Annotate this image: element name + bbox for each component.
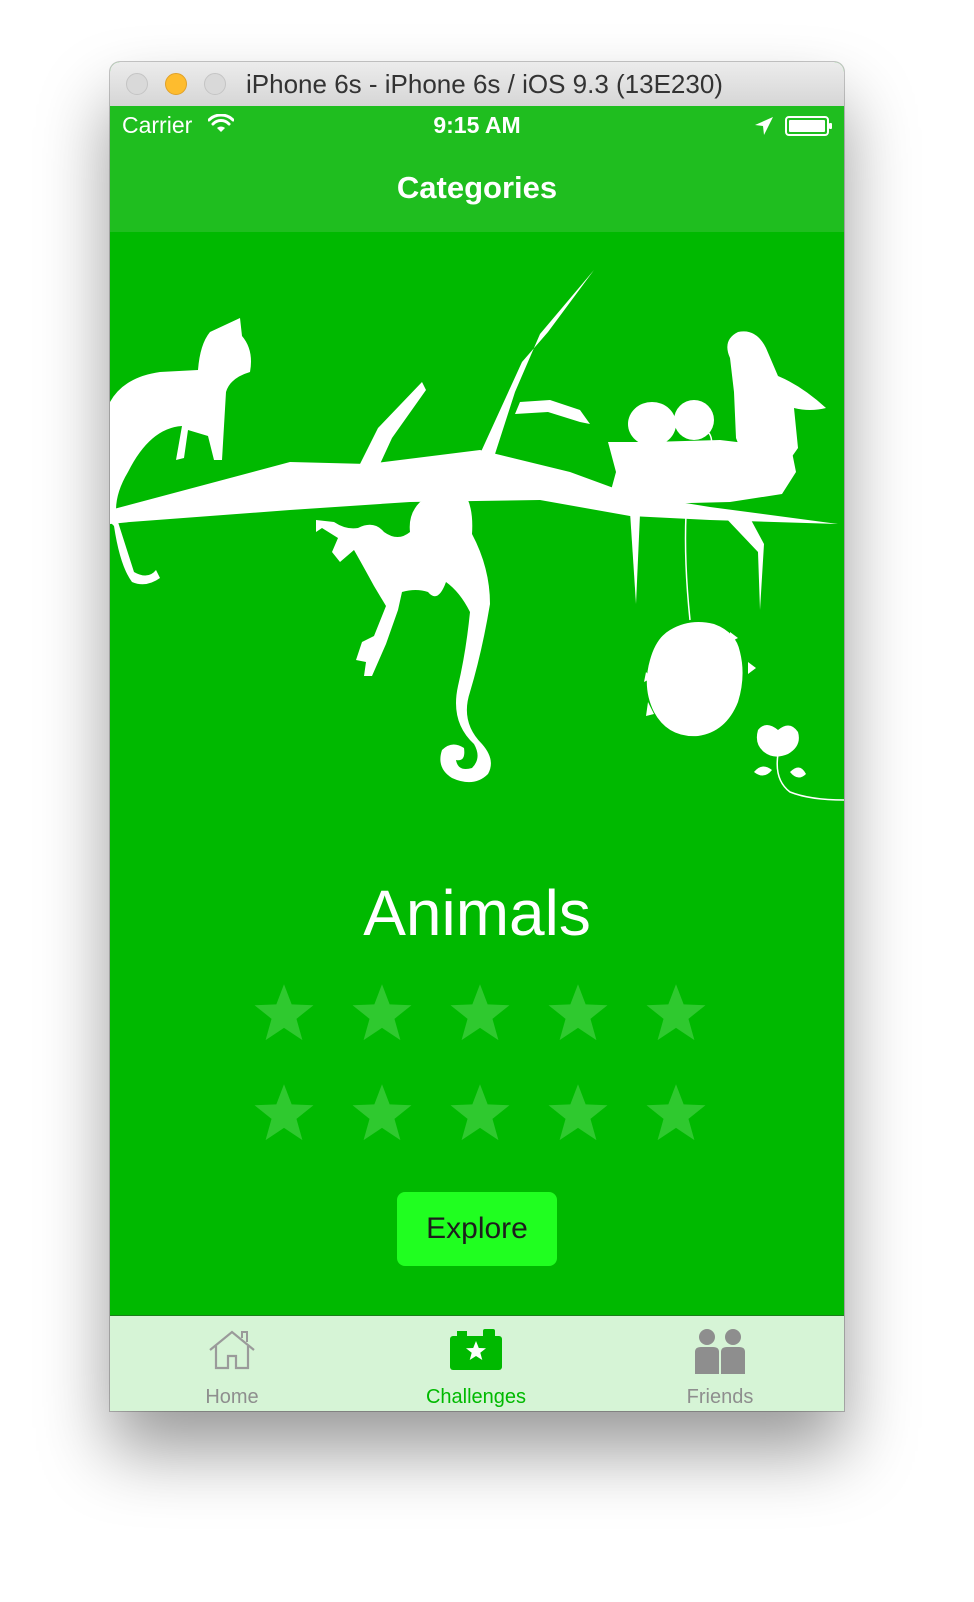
flower-silhouette xyxy=(756,725,799,757)
tab-challenges[interactable]: Challenges xyxy=(354,1316,598,1411)
tab-friends[interactable]: Friends xyxy=(598,1316,842,1411)
status-time: 9:15 AM xyxy=(433,112,521,138)
star-icon xyxy=(548,1084,608,1141)
tab-home-label: Home xyxy=(205,1386,259,1408)
simulator-window: iPhone 6s - iPhone 6s / iOS 9.3 (13E230)… xyxy=(110,62,844,1411)
star-icon xyxy=(646,984,706,1041)
friends-icon xyxy=(693,1328,747,1379)
window-titlebar: iPhone 6s - iPhone 6s / iOS 9.3 (13E230) xyxy=(110,62,844,107)
beehive-silhouette xyxy=(646,622,743,737)
navigation-bar: Categories xyxy=(110,146,844,233)
cat-silhouette xyxy=(110,318,251,585)
star-icon xyxy=(352,984,412,1041)
star-icon xyxy=(352,1084,412,1141)
star-rating xyxy=(250,980,710,1180)
category-title: Animals xyxy=(363,877,591,949)
window-title: iPhone 6s - iPhone 6s / iOS 9.3 (13E230) xyxy=(246,69,723,99)
star-icon xyxy=(450,984,510,1041)
home-icon xyxy=(206,1328,258,1377)
star-row xyxy=(250,1080,710,1148)
tree-branch-upper xyxy=(480,270,594,454)
status-bar: Carrier 9:15 AM xyxy=(110,106,844,146)
tab-friends-label: Friends xyxy=(686,1386,754,1408)
category-card: Animals Explore xyxy=(110,232,844,1315)
star-icon xyxy=(254,1084,314,1141)
star-icon xyxy=(548,984,608,1041)
star-icon xyxy=(646,1084,706,1141)
star-icon xyxy=(450,1084,510,1141)
explore-button[interactable]: Explore xyxy=(397,1192,557,1266)
monkey-silhouette xyxy=(316,490,491,783)
animals-illustration xyxy=(110,270,844,801)
tab-challenges-label: Challenges xyxy=(425,1386,527,1408)
tab-bar: Home Challenges Friends xyxy=(110,1315,844,1411)
star-icon xyxy=(254,984,314,1041)
location-arrow-icon xyxy=(754,116,774,141)
battery-icon xyxy=(785,116,833,141)
tab-home[interactable]: Home xyxy=(110,1316,354,1411)
star-row xyxy=(250,980,710,1048)
camera-star-icon xyxy=(449,1328,503,1377)
page-title: Categories xyxy=(396,170,558,205)
